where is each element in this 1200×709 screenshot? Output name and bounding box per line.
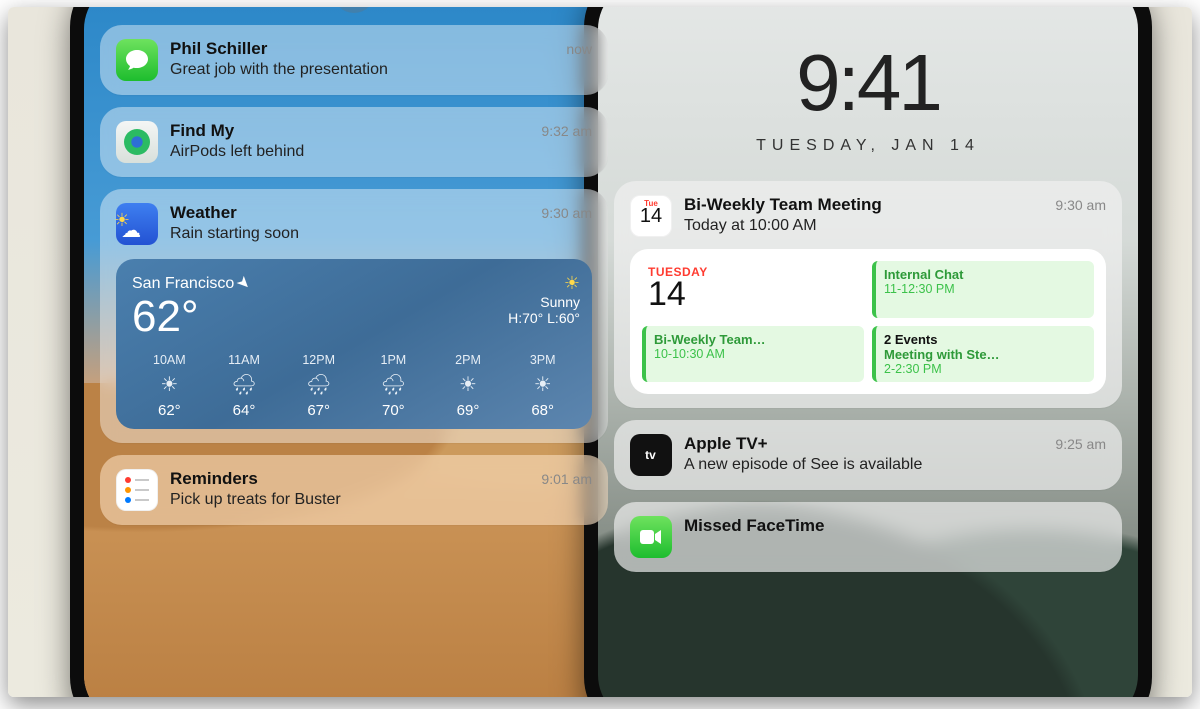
rain-icon: 🌧: [356, 372, 431, 397]
notification-time: 9:32 am: [541, 121, 592, 139]
notification-messages[interactable]: Phil Schiller Great job with the present…: [100, 25, 608, 95]
rain-icon: 🌧: [281, 372, 356, 397]
calendar-event[interactable]: 2 Events Meeting with Ste… 2-2:30 PM: [872, 326, 1094, 382]
weather-location: San Francisco➤: [132, 273, 251, 293]
notification-title: Find My: [170, 121, 529, 141]
notification-appletv[interactable]: Apple TV+ A new episode of See is availa…: [614, 420, 1122, 490]
notification-body: A new episode of See is available: [684, 456, 1043, 474]
calendar-event[interactable]: Internal Chat 11-12:30 PM: [872, 261, 1094, 318]
sun-icon: ☀: [505, 372, 580, 397]
notification-calendar[interactable]: Tue 14 Bi-Weekly Team Meeting Today at 1…: [614, 181, 1122, 408]
lock-clock: 9:41 TUESDAY, JAN 14: [614, 37, 1122, 155]
notification-body: Today at 10:00 AM: [684, 217, 1043, 235]
notification-title: Bi-Weekly Team Meeting: [684, 195, 1043, 215]
location-arrow-icon: ➤: [232, 271, 256, 295]
calendar-event[interactable]: Bi-Weekly Team… 10-10:30 AM: [642, 326, 864, 382]
appletv-icon: [630, 434, 672, 476]
notification-findmy[interactable]: Find My AirPods left behind 9:32 am: [100, 107, 608, 177]
notification-title: Weather: [170, 203, 529, 223]
right-lock-screen[interactable]: 9:41 TUESDAY, JAN 14 Tue 14 Bi-Weekly Te…: [598, 7, 1138, 697]
notification-facetime[interactable]: Missed FaceTime: [614, 502, 1122, 572]
notification-weather[interactable]: Weather Rain starting soon 9:30 am San F…: [100, 189, 608, 443]
notification-title: Apple TV+: [684, 434, 1043, 454]
rain-icon: 🌧: [207, 372, 282, 397]
date-badge: 6: [333, 7, 375, 13]
notification-title: Reminders: [170, 469, 529, 489]
weather-icon: [116, 203, 158, 245]
sun-icon: ☀: [431, 372, 506, 397]
calendar-widget[interactable]: TUESDAY 14 Internal Chat 11-12:30 PM Bi-…: [630, 249, 1106, 394]
right-phone-frame: 9:41 TUESDAY, JAN 14 Tue 14 Bi-Weekly Te…: [584, 7, 1152, 697]
notification-reminders[interactable]: Reminders Pick up treats for Buster 9:01…: [100, 455, 608, 525]
weather-widget[interactable]: San Francisco➤ 62° ☀ Sunny H:70° L:60°: [116, 259, 592, 429]
weather-temp: 62°: [132, 295, 251, 339]
messages-icon: [116, 39, 158, 81]
sun-icon: ☀: [508, 273, 580, 294]
notification-body: Great job with the presentation: [170, 61, 554, 79]
reminders-icon: [116, 469, 158, 511]
notification-time: 9:01 am: [541, 469, 592, 487]
notification-title: Phil Schiller: [170, 39, 554, 59]
notification-title: Missed FaceTime: [684, 516, 1106, 536]
facetime-icon: [630, 516, 672, 558]
left-phone-frame: 6 Phil Schiller Great job with the prese…: [70, 7, 638, 697]
findmy-icon: [116, 121, 158, 163]
notification-body: Pick up treats for Buster: [170, 491, 529, 509]
left-lock-screen[interactable]: 6 Phil Schiller Great job with the prese…: [84, 7, 624, 697]
calendar-icon: Tue 14: [630, 195, 672, 237]
notification-time: now: [566, 39, 592, 57]
weather-condition: ☀ Sunny H:70° L:60°: [508, 273, 580, 326]
calendar-today: TUESDAY 14: [642, 261, 864, 318]
notification-time: 9:25 am: [1055, 434, 1106, 452]
notification-time: 9:30 am: [541, 203, 592, 221]
notification-body: Rain starting soon: [170, 225, 529, 243]
notification-time: 9:30 am: [1055, 195, 1106, 213]
notification-body: AirPods left behind: [170, 143, 529, 161]
lock-date: TUESDAY, JAN 14: [614, 137, 1122, 155]
sun-icon: ☀: [132, 372, 207, 397]
weather-hourly: 10AM☀62° 11AM🌧64° 12PM🌧67° 1PM🌧70° 2PM☀6…: [132, 353, 580, 419]
